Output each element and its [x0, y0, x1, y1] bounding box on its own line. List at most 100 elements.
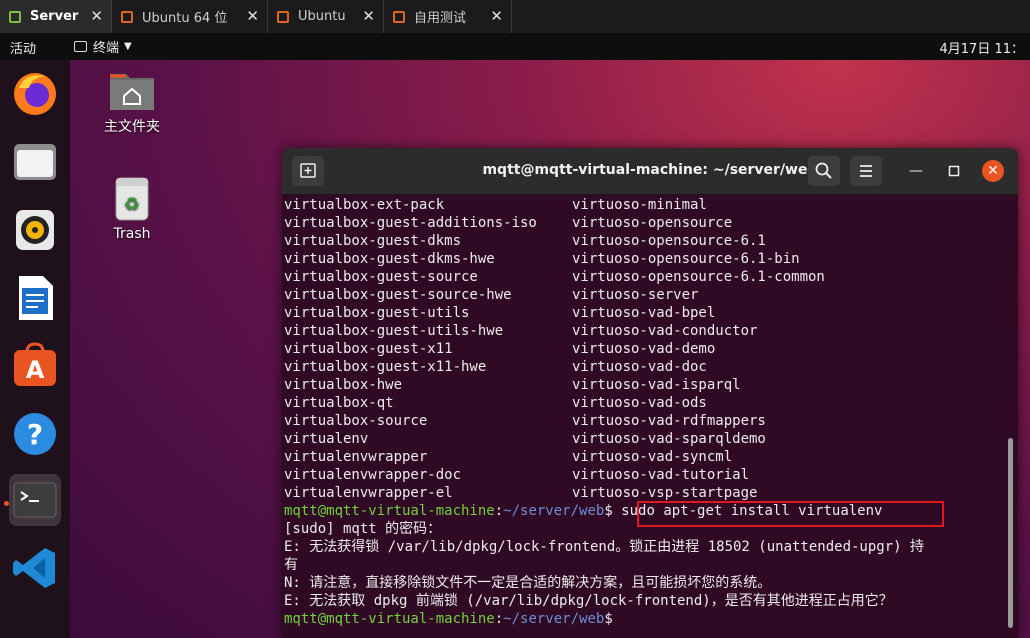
output-line: E: 无法获得锁 /var/lib/dpkg/lock-frontend。锁正由… [284, 539, 925, 555]
package-name: virtualenvwrapper-el [284, 485, 453, 501]
dock-help[interactable]: ? [9, 408, 61, 460]
package-name: virtualbox-guest-utils-hwe [284, 323, 504, 339]
dock-files[interactable] [9, 136, 61, 188]
prompt-user: mqtt@mqtt-virtual-machine [284, 611, 495, 627]
package-name: virtualbox-guest-x11-hwe [284, 359, 487, 375]
hamburger-icon [860, 165, 872, 177]
package-name: virtuoso-opensource-6.1-bin [572, 251, 800, 267]
menu-button[interactable] [850, 156, 882, 186]
desktop-trash[interactable]: ♻ Trash [96, 176, 168, 242]
close-icon[interactable]: ✕ [362, 7, 375, 25]
package-name: virtuoso-vad-conductor [572, 323, 758, 339]
maximize-icon [948, 165, 960, 177]
rhythmbox-icon [16, 210, 54, 250]
svg-text:?: ? [27, 418, 43, 451]
package-name: virtualbox-guest-source-hwe [284, 287, 512, 303]
package-name: virtuoso-opensource-6.1 [572, 233, 766, 249]
dock-software[interactable]: A [9, 340, 61, 392]
app-menu-label: 终端 [93, 41, 120, 56]
prompt-separator: : [494, 503, 504, 519]
desktop-icon-label: 主文件夹 [104, 119, 160, 135]
package-name: virtualenv [284, 431, 369, 447]
output-line: [sudo] mqtt 的密码： [284, 521, 442, 537]
dock-terminal[interactable] [9, 474, 61, 526]
maximize-button[interactable] [944, 161, 964, 181]
package-name: virtuoso-vad-demo [572, 341, 716, 357]
package-name: virtualbox-guest-x11 [284, 341, 453, 357]
prompt-path: ~/server/web [503, 503, 605, 519]
prompt-dollar: $ [604, 611, 613, 627]
vm-tab-label: 自用测试 [414, 11, 467, 26]
package-name: virtualbox-ext-pack [284, 197, 445, 213]
vm-icon [8, 9, 24, 25]
package-name: virtualbox-guest-utils [284, 305, 470, 321]
close-icon[interactable]: ✕ [490, 7, 503, 25]
scrollbar[interactable] [1008, 438, 1013, 628]
package-name: virtualbox-guest-source [284, 269, 478, 285]
package-name: virtualbox-hwe [284, 377, 403, 393]
vm-tab-label: Ubuntu 64 位 [142, 11, 228, 26]
package-name: virtuoso-vad-syncml [572, 449, 733, 465]
activities-button[interactable]: 活动 [10, 38, 36, 57]
prompt-dollar: $ [604, 503, 613, 519]
dock-firefox[interactable] [9, 68, 61, 120]
package-name: virtualbox-guest-dkms [284, 233, 462, 249]
prompt-separator: : [494, 611, 504, 627]
package-name: virtualenvwrapper-doc [284, 467, 462, 483]
minimize-icon: — [909, 163, 923, 179]
terminal-small-icon [74, 41, 87, 52]
package-name: virtuoso-opensource-6.1-common [572, 269, 825, 285]
dock-rhythmbox[interactable] [9, 204, 61, 256]
software-icon: A [14, 342, 56, 386]
search-icon [815, 162, 832, 179]
close-window-button[interactable]: ✕ [982, 160, 1004, 182]
close-icon: ✕ [987, 163, 999, 179]
home-folder-icon [110, 74, 154, 110]
dock-vscode[interactable] [9, 542, 61, 594]
caret-down-icon: ▼ [124, 41, 132, 52]
prompt-user: mqtt@mqtt-virtual-machine [284, 503, 495, 519]
firefox-icon [14, 73, 56, 115]
vm-tab-ubuntu[interactable]: Ubuntu ✕ [268, 0, 384, 33]
package-name: virtuoso-server [572, 287, 699, 303]
terminal-header: mqtt@mqtt-virtual-machine: ~/server/web … [282, 148, 1018, 195]
svg-text:A: A [26, 356, 45, 384]
close-icon[interactable]: ✕ [90, 7, 103, 25]
package-name: virtualenvwrapper [284, 449, 428, 465]
command-highlight-box [637, 501, 944, 527]
close-icon[interactable]: ✕ [246, 7, 259, 25]
writer-icon [19, 276, 53, 320]
terminal-icon [13, 482, 57, 518]
terminal-output[interactable]: virtualbox-ext-pack virtuoso-minimal virtu… [284, 196, 1006, 638]
prompt-line: mqtt@mqtt-virtual-machine:~/server/web$ [284, 610, 613, 628]
search-button[interactable] [808, 156, 840, 186]
top-bar: 活动 终端 ▼ 4月17日 11： [0, 33, 1030, 60]
desktop-home-folder[interactable]: 主文件夹 [96, 68, 168, 136]
svg-text:♻: ♻ [124, 194, 140, 215]
package-name: virtuoso-vad-sparqldemo [572, 431, 766, 447]
output-line: N: 请注意，直接移除锁文件不一定是合适的解决方案，且可能损坏您的系统。 [284, 575, 772, 591]
terminal-window: mqtt@mqtt-virtual-machine: ~/server/web … [282, 148, 1018, 638]
vm-tab-label: Ubuntu [298, 9, 346, 24]
package-name: virtualbox-guest-additions-iso [284, 215, 537, 231]
vm-tab-server[interactable]: Server ✕ [0, 0, 112, 33]
vscode-icon [13, 548, 55, 588]
vm-tab-bar: Server ✕ Ubuntu 64 位 ✕ Ubuntu ✕ 自用测试 ✕ [0, 0, 1030, 33]
output-line: 有 [284, 557, 298, 573]
vm-icon [276, 9, 292, 25]
package-name: virtuoso-opensource [572, 215, 733, 231]
minimize-button[interactable]: — [906, 161, 926, 181]
app-menu[interactable]: 终端 ▼ [74, 37, 132, 56]
help-icon: ? [14, 413, 56, 455]
package-name: virtualbox-qt [284, 395, 394, 411]
package-name: virtualbox-guest-dkms-hwe [284, 251, 495, 267]
package-name: virtuoso-minimal [572, 197, 707, 213]
desktop-icon-label: Trash [113, 226, 151, 242]
clock[interactable]: 4月17日 11： [940, 38, 1025, 57]
vm-tab-test[interactable]: 自用测试 ✕ [384, 0, 512, 33]
prompt-path: ~/server/web [503, 611, 605, 627]
vm-tab-ubuntu64[interactable]: Ubuntu 64 位 ✕ [112, 0, 268, 33]
vm-tab-label: Server [30, 9, 79, 24]
package-name: virtuoso-vad-ods [572, 395, 707, 411]
dock-writer[interactable] [9, 272, 61, 324]
